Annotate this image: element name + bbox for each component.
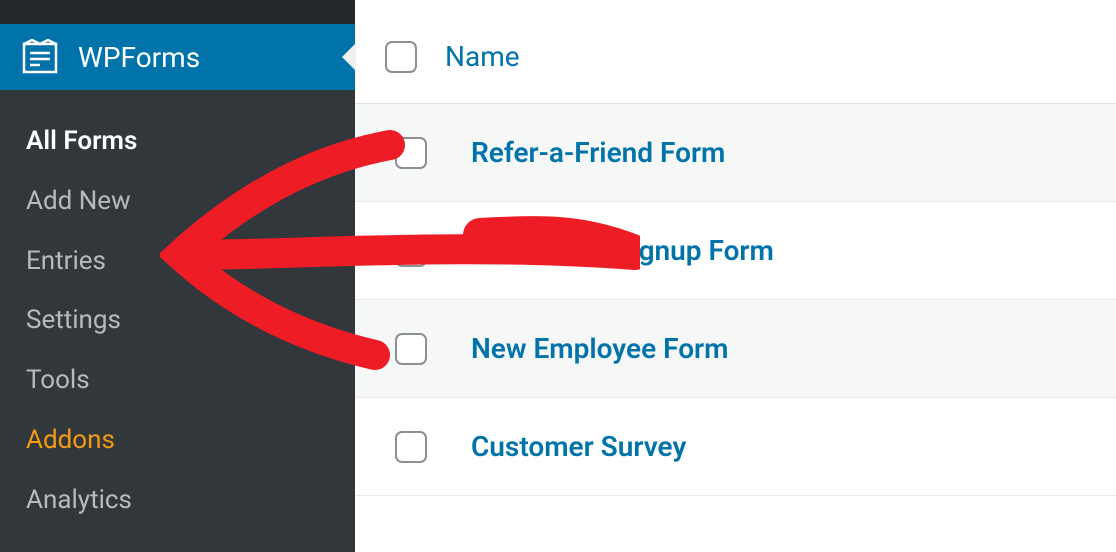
sidebar-main-wpforms[interactable]: WPForms — [0, 24, 355, 90]
sidebar-item-settings[interactable]: Settings — [0, 291, 355, 351]
row-checkbox[interactable] — [395, 333, 427, 365]
content-area: Name Refer-a-Friend Form Newsletter Sign… — [355, 0, 1116, 552]
sidebar-submenu: All Forms Add New Entries Settings Tools… — [0, 90, 355, 531]
sidebar-main-label: WPForms — [78, 41, 200, 74]
sidebar-item-add-new[interactable]: Add New — [0, 172, 355, 232]
sidebar-item-analytics[interactable]: Analytics — [0, 471, 355, 531]
sidebar-item-label: Entries — [26, 246, 106, 276]
sidebar-item-label: Tools — [26, 365, 90, 395]
wpforms-icon — [20, 38, 60, 76]
sidebar-item-entries[interactable]: Entries — [0, 232, 355, 292]
table-row: New Employee Form — [355, 300, 1116, 398]
sidebar-item-all-forms[interactable]: All Forms — [0, 112, 355, 172]
table-header-row: Name — [355, 0, 1116, 104]
sidebar-item-tools[interactable]: Tools — [0, 351, 355, 411]
admin-sidebar: WPForms All Forms Add New Entries Settin… — [0, 0, 355, 552]
table-row: Newsletter Signup Form — [355, 202, 1116, 300]
form-name-link[interactable]: Refer-a-Friend Form — [471, 136, 725, 169]
sidebar-item-label: Add New — [26, 186, 131, 216]
form-name-link[interactable]: Newsletter Signup Form — [471, 234, 774, 267]
sidebar-item-label: All Forms — [26, 126, 137, 156]
sidebar-item-addons[interactable]: Addons — [0, 411, 355, 471]
sidebar-top-bar — [0, 0, 355, 24]
sidebar-item-label: Analytics — [26, 485, 132, 515]
row-checkbox[interactable] — [395, 235, 427, 267]
table-row: Customer Survey — [355, 398, 1116, 496]
table-row: Refer-a-Friend Form — [355, 104, 1116, 202]
form-name-link[interactable]: Customer Survey — [471, 430, 686, 463]
sidebar-item-label: Addons — [26, 425, 115, 455]
select-all-checkbox[interactable] — [385, 41, 417, 73]
row-checkbox[interactable] — [395, 137, 427, 169]
form-name-link[interactable]: New Employee Form — [471, 332, 728, 365]
column-header-name[interactable]: Name — [445, 40, 520, 73]
row-checkbox[interactable] — [395, 431, 427, 463]
sidebar-item-label: Settings — [26, 305, 121, 335]
